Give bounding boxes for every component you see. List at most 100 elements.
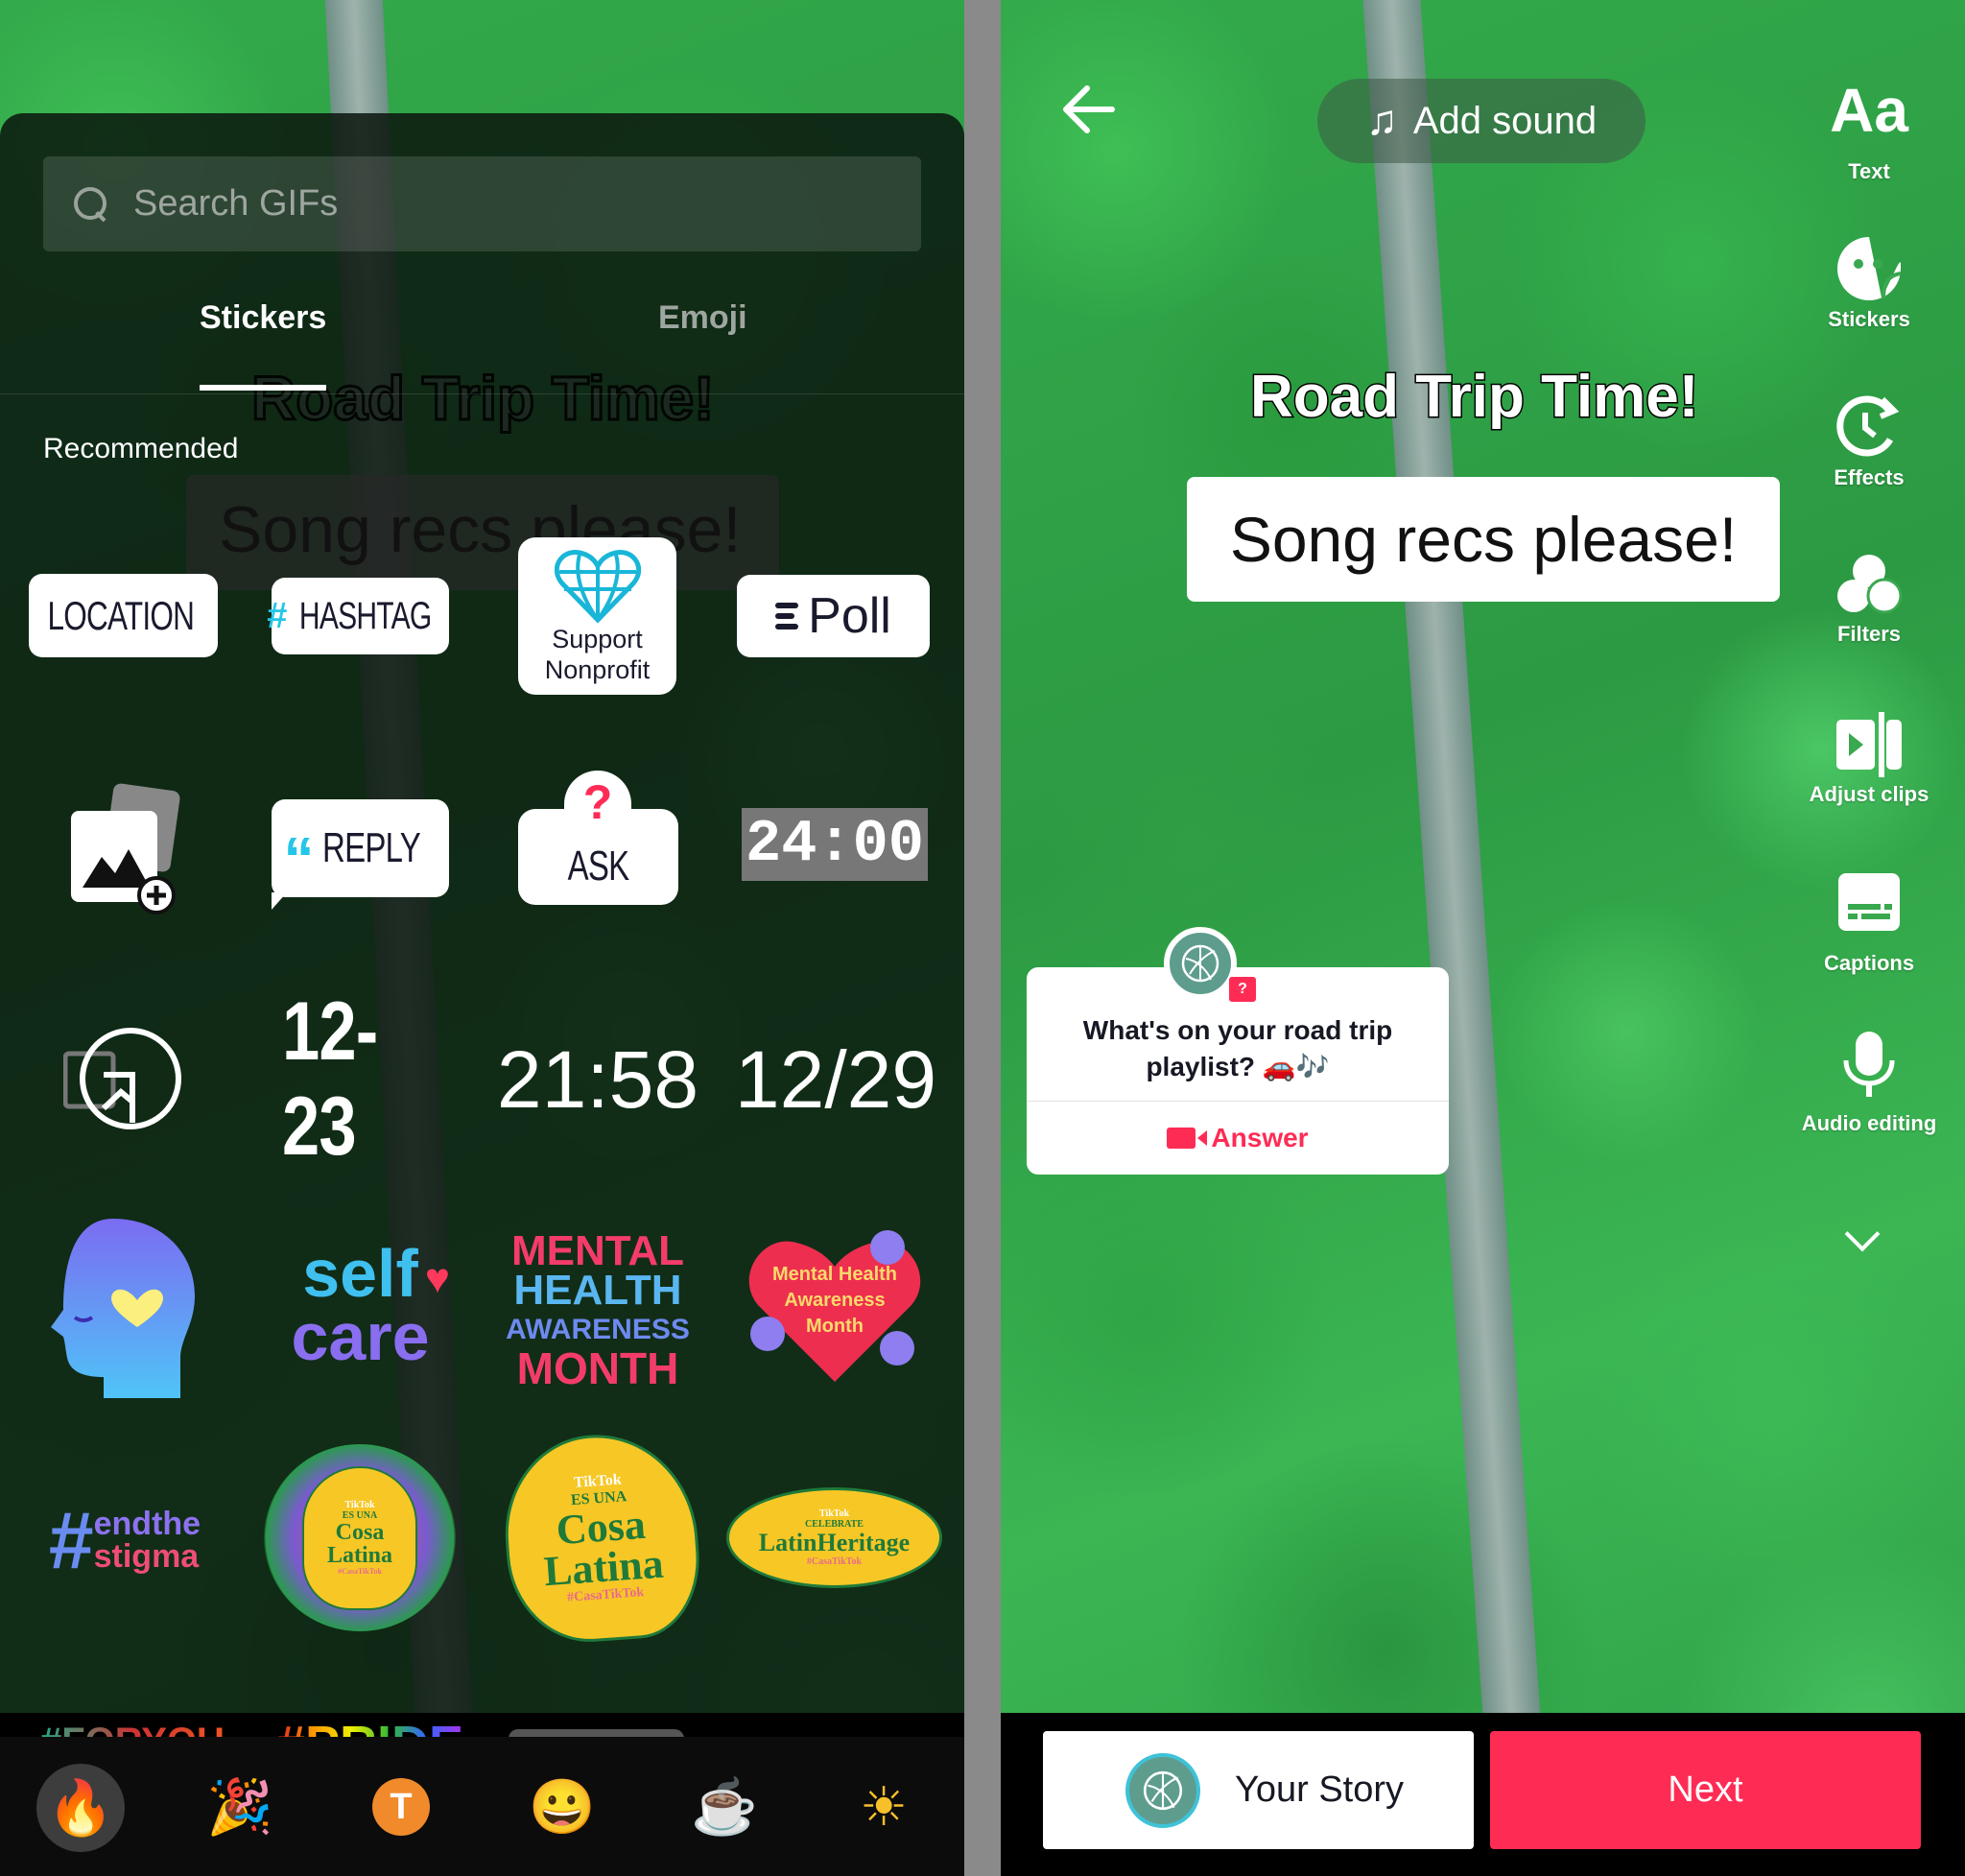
filters-icon: [1837, 555, 1903, 614]
category-party[interactable]: 🎉: [197, 1764, 283, 1850]
sticker-reply-label: REPLY: [322, 824, 421, 871]
category-text[interactable]: T: [358, 1764, 444, 1850]
overlay-title-text[interactable]: Road Trip Time!: [1249, 363, 1700, 432]
heart-line-2: Awareness: [784, 1289, 886, 1311]
your-story-label: Your Story: [1235, 1769, 1405, 1810]
tool-adjust-clips[interactable]: Adjust clips: [1797, 712, 1941, 807]
tool-stickers-label: Stickers: [1828, 307, 1910, 331]
date-slash-text: 12/29: [734, 1033, 937, 1125]
avatar-leaf-icon: [1181, 944, 1219, 983]
tool-filters[interactable]: Filters: [1797, 552, 1941, 647]
latina-text: Latina: [326, 1543, 392, 1568]
video-camera-icon: [1167, 1128, 1208, 1149]
fire-icon: 🔥: [47, 1777, 114, 1838]
add-sound-button[interactable]: ♫ Add sound: [1317, 79, 1645, 163]
search-gifs-input[interactable]: Search GIFs: [43, 156, 921, 251]
time-text: 21:58: [496, 1033, 699, 1125]
text-icon: Aa: [1830, 76, 1908, 145]
heart-line-3: Month: [806, 1315, 864, 1337]
globe-heart-icon: [554, 550, 641, 624]
brand-text: TikTok: [818, 1508, 850, 1519]
sticker-self-care[interactable]: self care ♥: [267, 1228, 454, 1382]
category-sun[interactable]: ☀: [840, 1764, 927, 1850]
category-coffee[interactable]: ☕: [681, 1764, 768, 1850]
your-story-button[interactable]: Your Story: [1043, 1731, 1474, 1849]
sticker-location-label: LOCATION: [47, 592, 194, 638]
sticker-foryou-peek[interactable]: #FORYOU: [40, 1721, 225, 1737]
mh-word-4: MONTH: [516, 1342, 679, 1393]
caption-text: Song recs please!: [1229, 504, 1738, 575]
tab-emoji[interactable]: Emoji: [658, 299, 747, 337]
quote-icon: “: [283, 824, 315, 893]
tool-filters-label: Filters: [1836, 622, 1902, 646]
sticker-mental-health-month[interactable]: MENTAL HEALTH AWARENESS MONTH: [506, 1229, 690, 1393]
sticker-poll-label: Poll: [808, 588, 891, 644]
sticker-time[interactable]: 21:58: [497, 1032, 698, 1128]
nonprofit-line1: Support: [552, 625, 643, 653]
hot-beverage-icon: ☕: [691, 1776, 758, 1837]
overlay-caption-text[interactable]: Song recs please!: [1187, 477, 1780, 602]
brand-text: TikTok: [344, 1500, 375, 1510]
sticker-hashtag-label: HASHTAG: [299, 594, 432, 637]
question-text: What's on your road trip playlist? 🚗🎶: [1082, 1015, 1393, 1081]
latin-heritage-text: LatinHeritage: [758, 1529, 911, 1556]
tool-audio-editing-label: Audio editing: [1801, 1111, 1937, 1135]
back-arrow-icon[interactable]: [1058, 83, 1116, 136]
grinning-face-icon: 😀: [529, 1776, 596, 1837]
captions-icon: [1838, 873, 1900, 931]
sticker-date-slash[interactable]: 12/29: [725, 1032, 946, 1128]
sticker-cosa-latina-illustrated[interactable]: TikTok ES UNA Cosa Latina #CasaTikTok: [264, 1444, 456, 1631]
sticker-support-nonprofit[interactable]: Support Nonprofit: [518, 537, 676, 695]
flip-clock-digits: 24:00: [741, 808, 929, 881]
photo-circle-icon: [63, 1028, 181, 1129]
cosa-text: Cosa: [335, 1520, 385, 1545]
sticker-hashtag[interactable]: # HASHTAG: [267, 578, 449, 654]
tool-adjust-clips-label: Adjust clips: [1809, 782, 1929, 806]
sticker-end-the-stigma[interactable]: # endthe stigma: [29, 1497, 221, 1583]
sticker-mental-health-heart[interactable]: Mental Health Awareness Month: [744, 1223, 926, 1387]
sticker-location[interactable]: LOCATION: [29, 574, 218, 657]
tab-stickers[interactable]: Stickers: [200, 299, 326, 337]
emoji-category-tray: [0, 1713, 964, 1876]
sticker-reply[interactable]: “ REPLY: [272, 799, 449, 897]
mh-word-2: HEALTH: [513, 1266, 682, 1314]
next-button[interactable]: Next: [1490, 1731, 1921, 1849]
tool-captions-label: Captions: [1823, 951, 1915, 975]
tool-stickers[interactable]: Stickers: [1797, 235, 1941, 332]
nonprofit-line2: Nonprofit: [544, 655, 651, 684]
sticker-poll[interactable]: Poll: [737, 575, 930, 657]
sticker-latin-heritage[interactable]: TikTok CELEBRATE LatinHeritage #CasaTikT…: [726, 1487, 942, 1588]
search-icon: [72, 185, 110, 224]
question-badge: ?: [1229, 977, 1256, 1002]
sticker-mind-heart[interactable]: [46, 1214, 200, 1401]
answer-button[interactable]: Answer: [1027, 1104, 1449, 1173]
tool-captions[interactable]: Captions: [1797, 873, 1941, 976]
sticker-gray-peek[interactable]: [509, 1729, 684, 1737]
sun-icon: ☀: [859, 1776, 909, 1837]
sticker-flip-clock[interactable]: 24:00: [741, 806, 929, 883]
background-title-text: Road Trip Time!: [249, 363, 715, 435]
category-smiley[interactable]: 😀: [519, 1764, 605, 1850]
category-fire[interactable]: 🔥: [36, 1764, 125, 1852]
text-sticker-icon: T: [372, 1778, 430, 1836]
self-care-line1: self: [302, 1236, 418, 1311]
heart-icon: ♥: [424, 1255, 450, 1302]
story-avatar: [1125, 1752, 1200, 1828]
background-caption-box: Song recs please!: [186, 475, 779, 590]
flip-clock-text: 24:00: [741, 808, 929, 881]
sticker-photo-circle[interactable]: [63, 1027, 186, 1130]
sticker-ask-label: ASK: [567, 843, 630, 890]
end-stigma-line2: stigma: [93, 1538, 200, 1575]
hashtag-icon: #: [267, 595, 288, 636]
music-note-icon: ♫: [1365, 97, 1398, 144]
sticker-date-dash[interactable]: 12-23: [265, 985, 457, 1173]
tool-effects[interactable]: Effects: [1797, 392, 1941, 490]
sticker-picker-panel: Road Trip Time! Song recs please! Search…: [0, 0, 964, 1876]
add-photo-icon: [71, 783, 180, 914]
party-popper-icon: 🎉: [206, 1776, 273, 1837]
sticker-pride-peek[interactable]: #PRIDE: [276, 1715, 463, 1737]
tool-audio-editing[interactable]: Audio editing: [1797, 1032, 1941, 1136]
reply-tail: [272, 892, 287, 910]
tool-text[interactable]: Aa Text: [1797, 77, 1941, 184]
sticker-add-photo[interactable]: [65, 782, 185, 916]
